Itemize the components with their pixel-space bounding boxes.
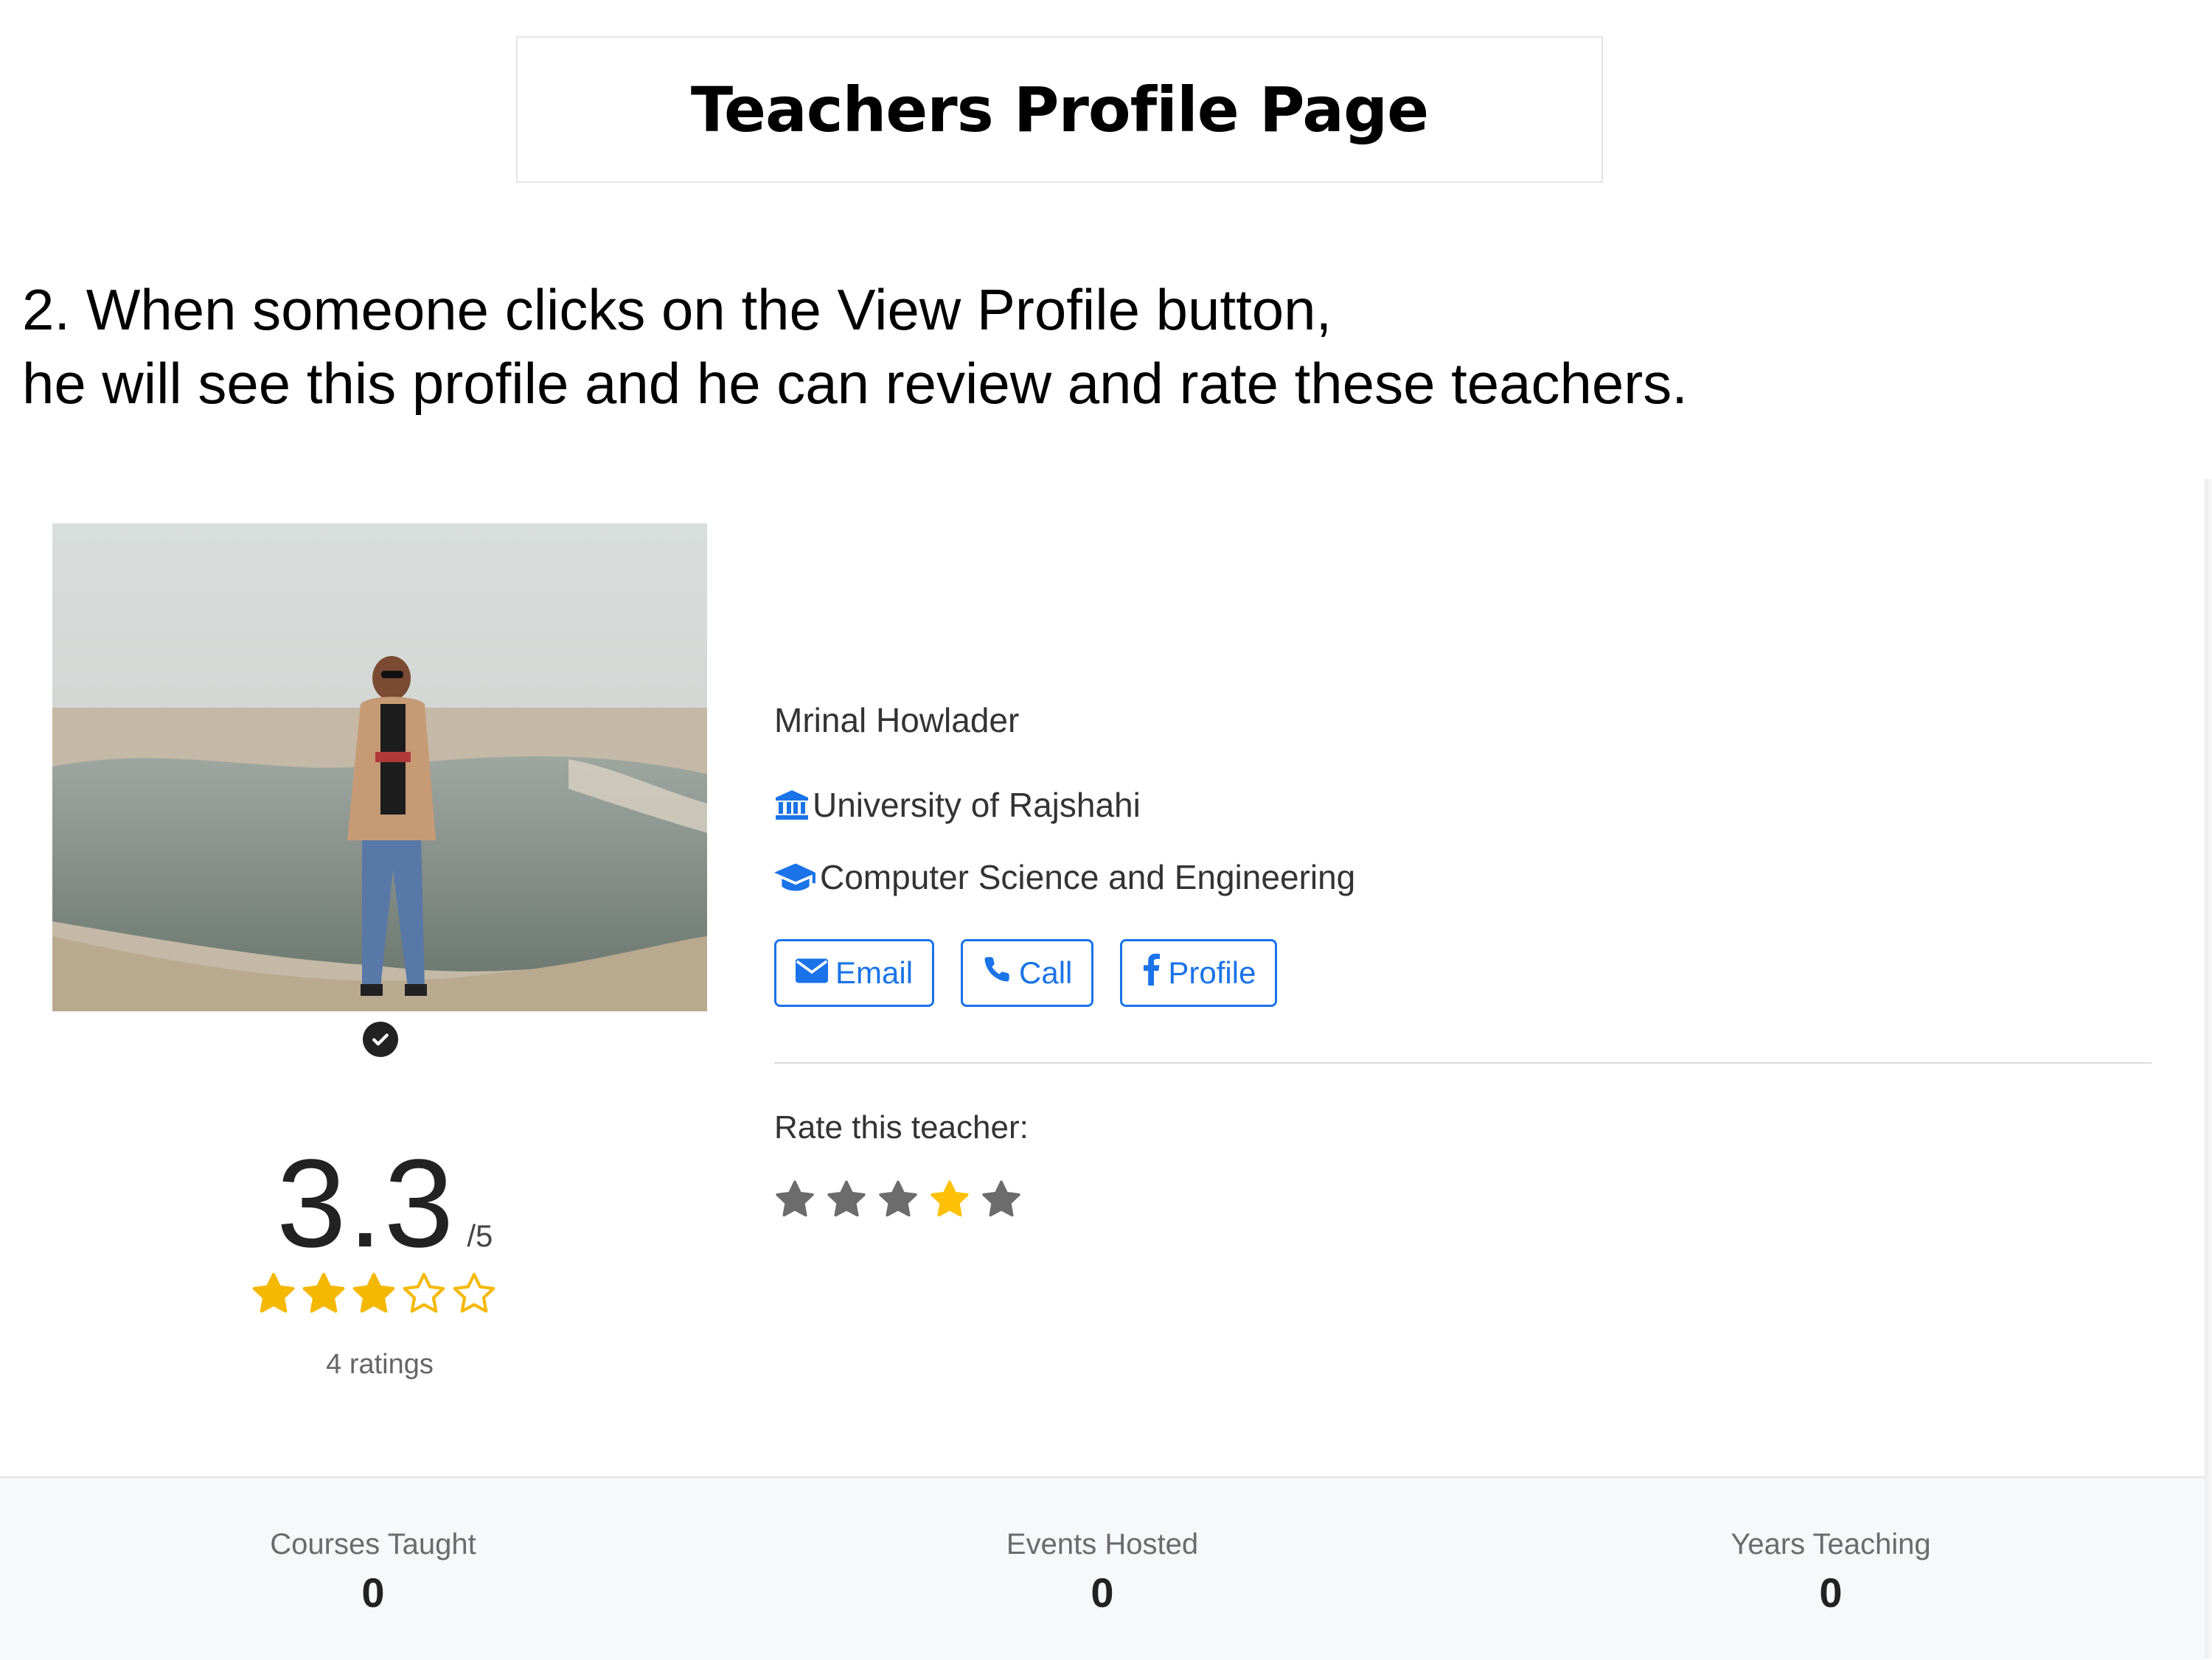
rating-out-of: /5: [467, 1218, 493, 1253]
facebook-profile-button[interactable]: Profile: [1120, 939, 1278, 1007]
university-icon: [774, 789, 810, 821]
check-circle-icon: [363, 1022, 398, 1057]
description-line-2: he will see this profile and he can revi…: [22, 351, 1688, 416]
star-empty-icon: [453, 1272, 495, 1313]
stat-label: Events Hosted: [1006, 1528, 1199, 1560]
section-divider: [774, 1062, 2152, 1064]
rate-star-3-icon[interactable]: [877, 1179, 919, 1221]
edge-shadow: [2205, 479, 2212, 1659]
rate-star-4-icon[interactable]: [929, 1179, 970, 1221]
stat-value: 0: [1819, 1569, 1843, 1616]
graduation-cap-icon: [774, 861, 817, 893]
rate-teacher-label: Rate this teacher:: [774, 1109, 1029, 1145]
email-button-label: Email: [835, 955, 914, 990]
rate-teacher-stars: [774, 1179, 1022, 1221]
envelope-icon: [796, 955, 828, 991]
star-filled-icon: [252, 1272, 295, 1313]
star-empty-icon: [403, 1272, 445, 1313]
university-row: University of Rajshahi: [774, 785, 1141, 825]
contact-buttons: Email Call Profile: [774, 939, 1278, 1007]
call-button-label: Call: [1019, 955, 1073, 990]
rate-star-5-icon[interactable]: [981, 1179, 1022, 1221]
description: 2. When someone clicks on the View Profi…: [22, 273, 1688, 420]
stat-events-hosted: Events Hosted 0: [881, 1528, 1324, 1617]
stat-label: Courses Taught: [270, 1528, 476, 1560]
university-text: University of Rajshahi: [813, 786, 1141, 824]
department-row: Computer Science and Engineering: [774, 857, 1355, 897]
rate-star-1-icon[interactable]: [774, 1179, 815, 1221]
stats-bar: Courses Taught 0 Events Hosted 0 Years T…: [0, 1476, 2205, 1660]
call-button[interactable]: Call: [961, 939, 1094, 1007]
rating-count-text: 4 ratings: [326, 1349, 434, 1380]
profile-photo: [52, 523, 707, 1011]
email-button[interactable]: Email: [774, 939, 935, 1007]
stat-courses-taught: Courses Taught 0: [152, 1528, 594, 1617]
stat-label: Years Teaching: [1731, 1528, 1931, 1560]
star-filled-icon: [302, 1272, 345, 1313]
teacher-name: Mrinal Howlader: [774, 701, 1020, 739]
rating-stars: [251, 1272, 497, 1317]
stat-years-teaching: Years Teaching 0: [1610, 1528, 2052, 1617]
stat-value: 0: [1091, 1569, 1114, 1616]
description-line-1: 2. When someone clicks on the View Profi…: [22, 277, 1332, 342]
rating-value: 3.3: [276, 1134, 456, 1274]
page-title-box: Teachers Profile Page: [516, 36, 1603, 183]
department-text: Computer Science and Engineering: [820, 858, 1356, 896]
page-title: Teachers Profile Page: [690, 73, 1429, 146]
rate-star-2-icon[interactable]: [826, 1179, 867, 1221]
rating-count: 4 ratings: [251, 1349, 509, 1381]
profile-button-label: Profile: [1168, 955, 1256, 990]
stat-value: 0: [361, 1569, 385, 1616]
star-filled-icon: [352, 1272, 395, 1313]
facebook-icon: [1141, 953, 1161, 993]
phone-icon: [982, 955, 1012, 991]
average-rating: 3.3/5: [276, 1131, 498, 1276]
